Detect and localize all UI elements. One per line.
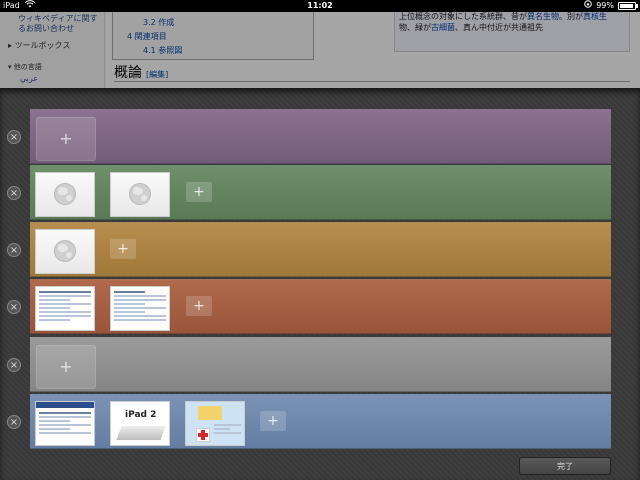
tab-thumbnail[interactable] (110, 172, 170, 217)
tab-thumbnail[interactable] (35, 172, 95, 217)
close-group-button[interactable]: × (7, 186, 21, 200)
tab-thumbnail[interactable] (35, 229, 95, 274)
globe-icon (129, 183, 151, 205)
add-tab-button[interactable]: + (36, 345, 96, 389)
globe-icon (54, 183, 76, 205)
close-group-button[interactable]: × (7, 300, 21, 314)
add-tab-button[interactable]: + (186, 296, 212, 316)
done-button[interactable]: 完了 (519, 457, 611, 475)
tab-group-row: + (30, 165, 611, 220)
tab-thumbnail[interactable]: iPad 2 (110, 401, 170, 446)
clock: 11:02 (307, 1, 333, 10)
red-cross-icon (196, 428, 210, 442)
tab-group-row: + (30, 279, 611, 334)
add-tab-button[interactable]: + (110, 239, 136, 259)
tab-group-row: + (30, 222, 611, 277)
close-group-button[interactable]: × (7, 415, 21, 429)
tab-thumbnail[interactable] (35, 286, 95, 331)
tab-group-row: + (30, 337, 611, 392)
ipad2-title: iPad 2 (125, 410, 157, 420)
status-bar: iPad 11:02 99% (0, 0, 640, 12)
tab-thumbnail[interactable] (110, 286, 170, 331)
close-group-button[interactable]: × (7, 358, 21, 372)
tab-group-row: + (30, 109, 611, 164)
orientation-lock-icon (584, 0, 593, 12)
battery-icon (618, 2, 638, 10)
close-group-button[interactable]: × (7, 130, 21, 144)
page-preview (39, 291, 91, 323)
add-tab-button[interactable]: + (260, 411, 286, 431)
page-preview (114, 291, 166, 323)
tab-thumbnail[interactable] (185, 401, 245, 446)
tab-group-row: iPad 2 + (30, 394, 611, 449)
battery-percent: 99% (596, 1, 614, 10)
ipad-image (116, 426, 166, 440)
tab-thumbnail[interactable] (35, 401, 95, 446)
page-header-bar (36, 402, 94, 408)
add-tab-button[interactable]: + (36, 117, 96, 161)
dim-overlay (0, 12, 640, 88)
close-group-button[interactable]: × (7, 243, 21, 257)
globe-icon (54, 240, 76, 262)
page-preview (39, 412, 91, 436)
page-preview (214, 424, 241, 436)
add-tab-button[interactable]: + (186, 182, 212, 202)
page-banner (198, 406, 222, 420)
